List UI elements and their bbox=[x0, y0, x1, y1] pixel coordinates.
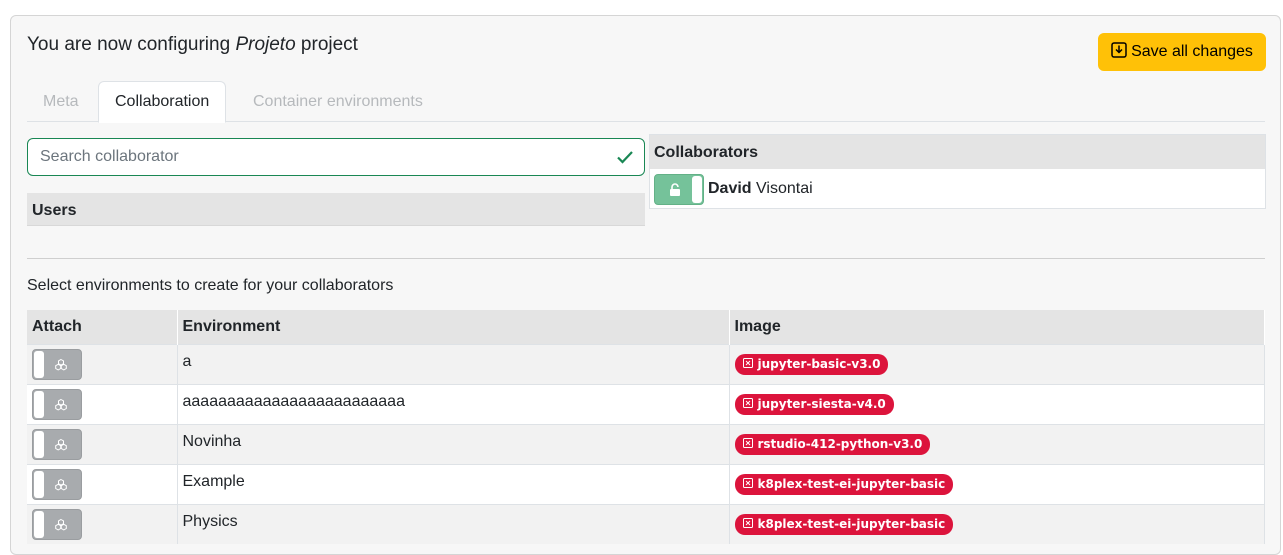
toggle-knob bbox=[692, 175, 702, 203]
attach-cell bbox=[27, 503, 178, 544]
image-name: jupyter-siesta-v4.0 bbox=[757, 396, 886, 411]
table-row: a jupyter-basic-v3.0 bbox=[27, 343, 1265, 384]
attach-toggle[interactable] bbox=[32, 508, 82, 540]
title-prefix: You are now configuring bbox=[27, 34, 236, 55]
search-collaborator-field bbox=[27, 138, 645, 176]
container-icon bbox=[742, 477, 753, 491]
attach-toggle[interactable] bbox=[32, 388, 82, 420]
table-row: Physics k8plex-test-ei-jupyter-basic bbox=[27, 503, 1265, 544]
project-name: Projeto bbox=[235, 34, 296, 55]
environment-name: Physics bbox=[177, 503, 730, 544]
environments-label: Select environments to create for your c… bbox=[27, 277, 394, 294]
attach-cell bbox=[27, 343, 178, 384]
column-header-attach: Attach bbox=[27, 310, 178, 344]
container-icon bbox=[742, 437, 753, 451]
title-suffix: project bbox=[295, 34, 358, 55]
save-all-changes-button[interactable]: Save all changes bbox=[1098, 33, 1266, 71]
environments-table: Attach Environment Image a jupyter-basic-… bbox=[27, 310, 1265, 544]
toggle-knob bbox=[34, 350, 44, 378]
collaborator-lock-toggle[interactable] bbox=[654, 173, 704, 205]
image-name: jupyter-basic-v3.0 bbox=[757, 356, 881, 371]
project-config-card: You are now configuring Projeto project … bbox=[10, 15, 1281, 555]
search-collaborator-input[interactable] bbox=[28, 139, 588, 175]
environment-name: a bbox=[177, 343, 730, 384]
image-name: rstudio-412-python-v3.0 bbox=[757, 436, 923, 451]
attach-cell bbox=[27, 463, 178, 504]
save-label: Save all changes bbox=[1131, 43, 1253, 60]
tab-collaboration[interactable]: Collaboration bbox=[98, 81, 227, 123]
image-badge: rstudio-412-python-v3.0 bbox=[734, 433, 931, 455]
image-cell: k8plex-test-ei-jupyter-basic bbox=[729, 503, 1265, 544]
table-row: Example k8plex-test-ei-jupyter-basic bbox=[27, 463, 1265, 504]
attach-cell bbox=[27, 423, 178, 464]
image-cell: jupyter-siesta-v4.0 bbox=[729, 383, 1265, 424]
collaborator-row: David Visontai bbox=[650, 169, 1265, 209]
tab-bar: Meta Collaboration Container environment… bbox=[27, 81, 1265, 123]
container-icon bbox=[742, 357, 753, 371]
image-name: k8plex-test-ei-jupyter-basic bbox=[757, 476, 946, 491]
image-cell: rstudio-412-python-v3.0 bbox=[729, 423, 1265, 464]
toggle-knob bbox=[34, 510, 44, 538]
attach-toggle[interactable] bbox=[32, 428, 82, 460]
container-icon bbox=[742, 517, 753, 531]
attach-cell bbox=[27, 383, 178, 424]
container-icon bbox=[742, 397, 753, 411]
page-title: You are now configuring Projeto project bbox=[27, 34, 358, 56]
environment-name: Novinha bbox=[177, 423, 730, 464]
column-header-environment: Environment bbox=[177, 310, 730, 344]
attach-toggle[interactable] bbox=[32, 348, 82, 380]
column-header-image: Image bbox=[729, 310, 1265, 344]
users-header: Users bbox=[27, 193, 645, 226]
image-badge: k8plex-test-ei-jupyter-basic bbox=[734, 473, 954, 495]
toggle-knob bbox=[34, 430, 44, 458]
toggle-knob bbox=[34, 390, 44, 418]
image-badge: k8plex-test-ei-jupyter-basic bbox=[734, 513, 954, 535]
environment-name: aaaaaaaaaaaaaaaaaaaaaaaaa bbox=[177, 383, 730, 424]
environment-name: Example bbox=[177, 463, 730, 504]
image-cell: k8plex-test-ei-jupyter-basic bbox=[729, 463, 1265, 504]
toggle-knob bbox=[34, 470, 44, 498]
collaborators-panel: Collaborators David Visontai bbox=[649, 134, 1266, 209]
section-divider bbox=[27, 258, 1265, 259]
image-cell: jupyter-basic-v3.0 bbox=[729, 343, 1265, 384]
download-icon bbox=[1111, 41, 1127, 63]
collaborators-header: Collaborators bbox=[650, 135, 1265, 169]
tab-container-environments[interactable]: Container environments bbox=[237, 81, 439, 122]
tab-meta[interactable]: Meta bbox=[27, 81, 95, 122]
attach-toggle[interactable] bbox=[32, 468, 82, 500]
image-name: k8plex-test-ei-jupyter-basic bbox=[757, 516, 946, 531]
table-row: aaaaaaaaaaaaaaaaaaaaaaaaa jupyter-siesta-… bbox=[27, 383, 1265, 424]
image-badge: jupyter-basic-v3.0 bbox=[734, 353, 889, 375]
image-badge: jupyter-siesta-v4.0 bbox=[734, 393, 894, 415]
collaborator-name: David Visontai bbox=[708, 180, 813, 197]
table-row: Novinha rstudio-412-python-v3.0 bbox=[27, 423, 1265, 464]
